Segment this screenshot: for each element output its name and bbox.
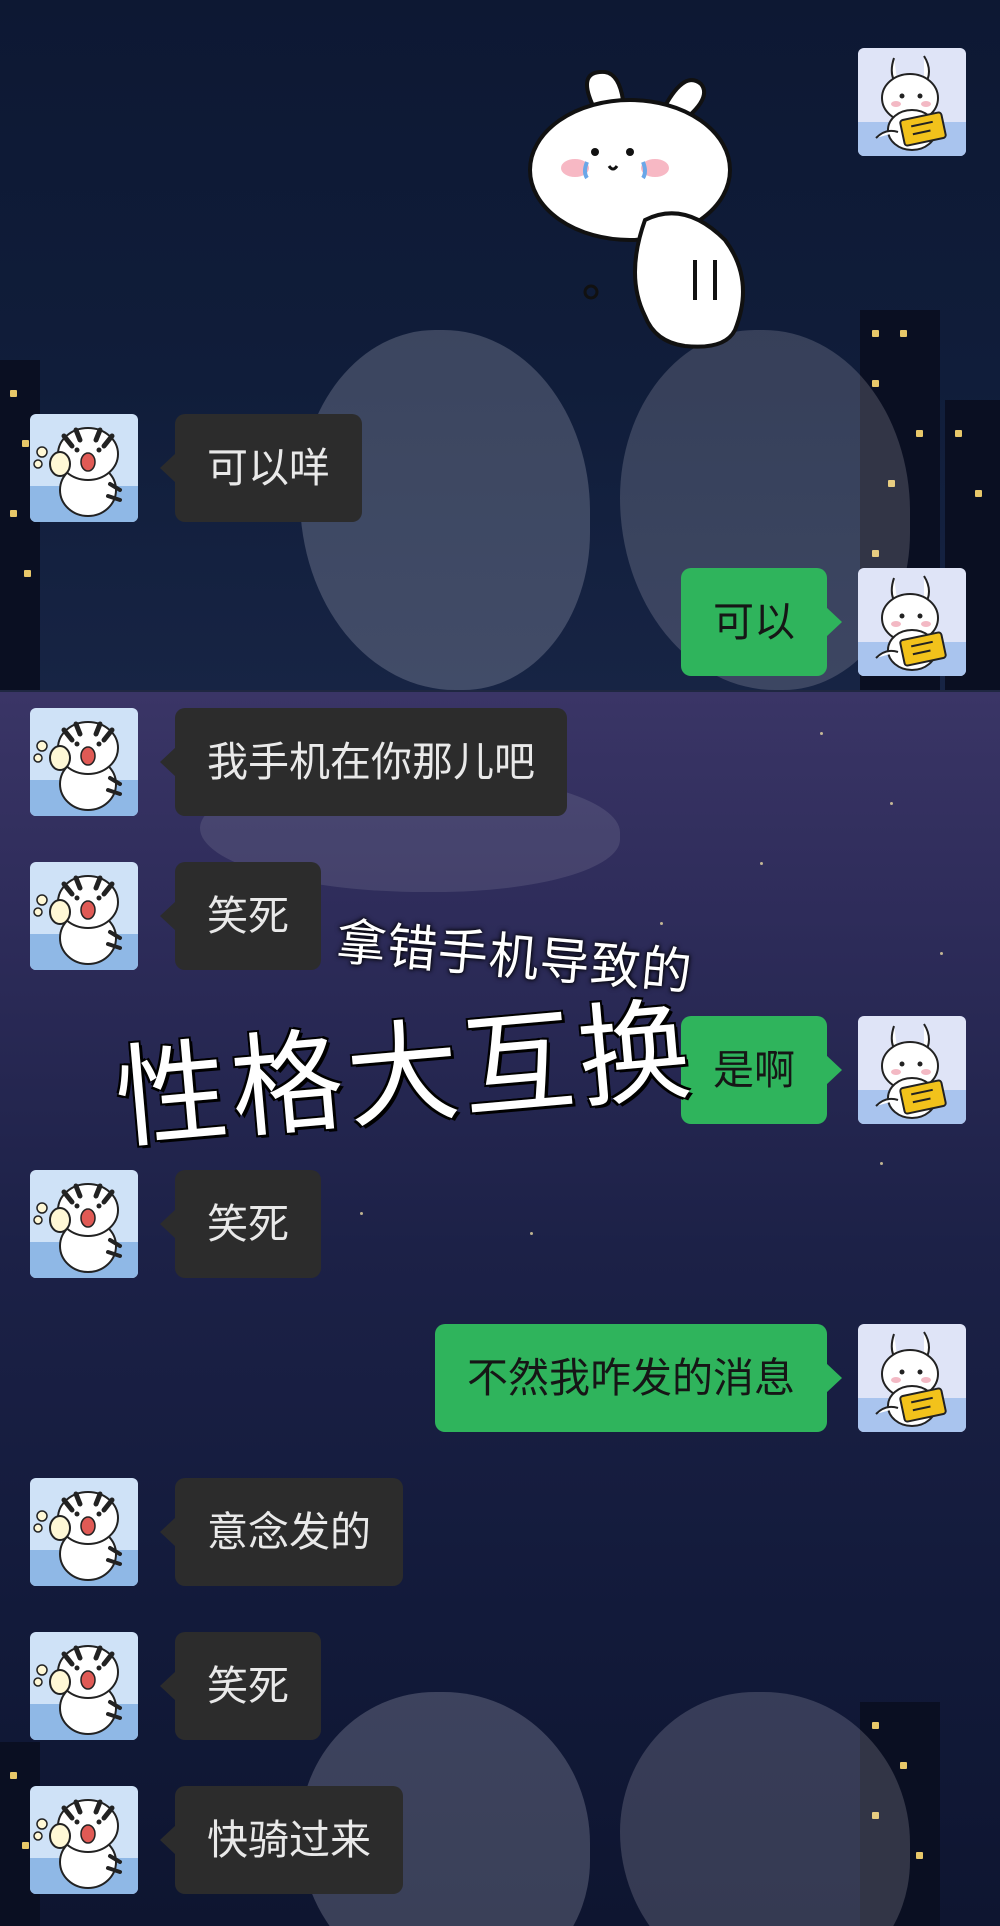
my-avatar[interactable]: [858, 1324, 966, 1432]
message-bubble-outgoing[interactable]: 不然我咋发的消息: [435, 1324, 842, 1432]
other-avatar[interactable]: [30, 1632, 138, 1740]
message-bubble-incoming[interactable]: 我手机在你那儿吧: [160, 708, 567, 816]
tiger-cat-avatar-icon: [30, 1170, 138, 1278]
top-screenshot-panel: 可以咩 可以: [0, 0, 1000, 692]
white-bunny-avatar-icon: [858, 48, 966, 156]
message-bubble-incoming[interactable]: 笑死: [160, 1632, 321, 1740]
other-avatar[interactable]: [30, 1786, 138, 1894]
my-avatar[interactable]: [858, 568, 966, 676]
tiger-cat-avatar-icon: [30, 1632, 138, 1740]
white-bunny-avatar-icon: [858, 568, 966, 676]
my-avatar[interactable]: [858, 1016, 966, 1124]
message-bubble-incoming[interactable]: 笑死: [160, 862, 321, 970]
white-bunny-avatar-icon: [858, 1016, 966, 1124]
other-avatar[interactable]: [30, 1170, 138, 1278]
tiger-cat-avatar-icon: [30, 414, 138, 522]
message-bubble-incoming[interactable]: 可以咩: [160, 414, 362, 522]
my-avatar[interactable]: [858, 48, 966, 156]
city-building: [0, 360, 40, 692]
white-bunny-avatar-icon: [858, 1324, 966, 1432]
tiger-cat-avatar-icon: [30, 862, 138, 970]
other-avatar[interactable]: [30, 862, 138, 970]
message-bubble-incoming[interactable]: 意念发的: [160, 1478, 403, 1586]
crying-bunny-sticker-icon: [528, 70, 745, 349]
message-bubble-incoming[interactable]: 笑死: [160, 1170, 321, 1278]
message-bubble-outgoing[interactable]: 是啊: [681, 1016, 842, 1124]
other-avatar[interactable]: [30, 1478, 138, 1586]
message-bubble-outgoing[interactable]: 可以: [681, 568, 842, 676]
other-avatar[interactable]: [30, 414, 138, 522]
tiger-cat-avatar-icon: [30, 1478, 138, 1586]
tiger-cat-avatar-icon: [30, 708, 138, 816]
other-avatar[interactable]: [30, 708, 138, 816]
tiger-cat-avatar-icon: [30, 1786, 138, 1894]
bottom-screenshot-panel: 我手机在你那儿吧 笑死 是啊 笑死 不然我咋发的消息 意念发的 笑死 快骑过来: [0, 692, 1000, 1926]
message-bubble-incoming[interactable]: 快骑过来: [160, 1786, 403, 1894]
